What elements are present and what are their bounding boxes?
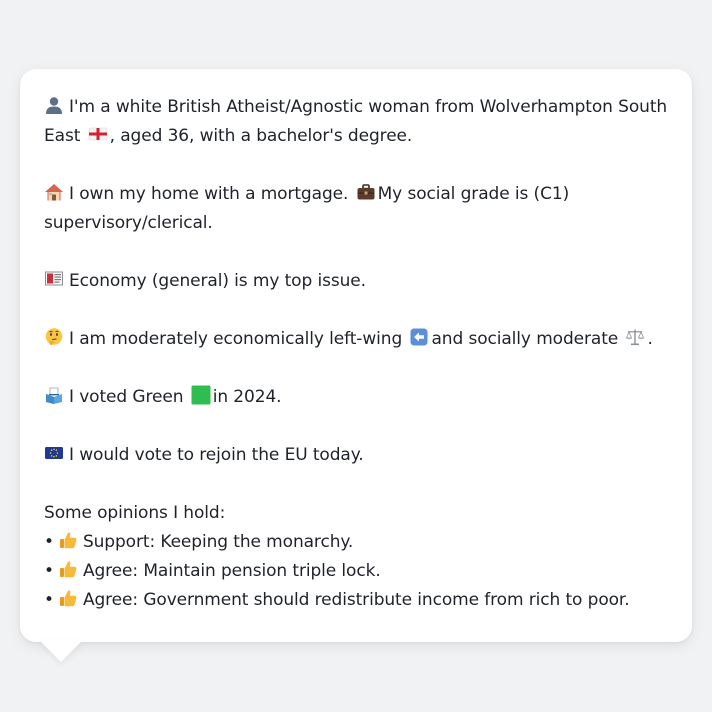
housing-line: I own my home with a mortgage. My social…: [44, 180, 668, 238]
bullet-dot: •: [44, 590, 54, 610]
person-silhouette-icon: [44, 95, 64, 115]
opinions-section: Some opinions I hold: • Support: Keeping…: [44, 499, 668, 615]
england-flag-icon: [88, 124, 108, 144]
ideology-text-b: and socially moderate: [431, 329, 619, 349]
balance-scale-icon: [625, 327, 645, 347]
bubble-tail: [39, 640, 83, 662]
bullet-dot: •: [44, 532, 54, 552]
vote-text-b: in 2024.: [212, 387, 282, 407]
thinking-face-icon: [44, 327, 64, 347]
eu-flag-icon: [44, 443, 64, 463]
list-item: • Support: Keeping the monarchy.: [44, 528, 668, 557]
ideology-line: I am moderately economically left-wing a…: [44, 325, 668, 354]
vote-text-a: I voted Green: [69, 387, 184, 407]
thumbs-up-icon: [58, 530, 78, 550]
eu-line: I would vote to rejoin the EU today.: [44, 441, 668, 470]
message-bubble: I'm a white British Atheist/Agnostic wom…: [20, 69, 692, 642]
identity-line: I'm a white British Atheist/Agnostic wom…: [44, 93, 668, 151]
bullet-dot: •: [44, 561, 54, 581]
list-item: • Agree: Maintain pension triple lock.: [44, 557, 668, 586]
identity-text-b: , aged 36, with a bachelor's degree.: [109, 126, 413, 146]
newspaper-icon: [44, 269, 64, 289]
vote-line: I voted Green in 2024.: [44, 383, 668, 412]
issue-text: Economy (general) is my top issue.: [69, 271, 366, 291]
opinion-text: Agree: Maintain pension triple lock.: [82, 561, 381, 581]
opinion-text: Support: Keeping the monarchy.: [82, 532, 354, 552]
issue-line: Economy (general) is my top issue.: [44, 267, 668, 296]
briefcase-icon: [356, 182, 376, 202]
ideology-text-a: I am moderately economically left-wing: [69, 329, 403, 349]
opinions-heading: Some opinions I hold:: [44, 503, 226, 523]
ideology-text-c: .: [647, 329, 653, 349]
house-icon: [44, 182, 64, 202]
left-arrow-icon: [409, 327, 429, 347]
opinion-text: Agree: Government should redistribute in…: [82, 590, 630, 610]
eu-text: I would vote to rejoin the EU today.: [69, 445, 364, 465]
green-square-icon: [191, 385, 211, 405]
thumbs-up-icon: [58, 559, 78, 579]
ballot-box-icon: [44, 385, 64, 405]
list-item: • Agree: Government should redistribute …: [44, 586, 668, 615]
thumbs-up-icon: [58, 588, 78, 608]
housing-text-a: I own my home with a mortgage.: [69, 184, 349, 204]
